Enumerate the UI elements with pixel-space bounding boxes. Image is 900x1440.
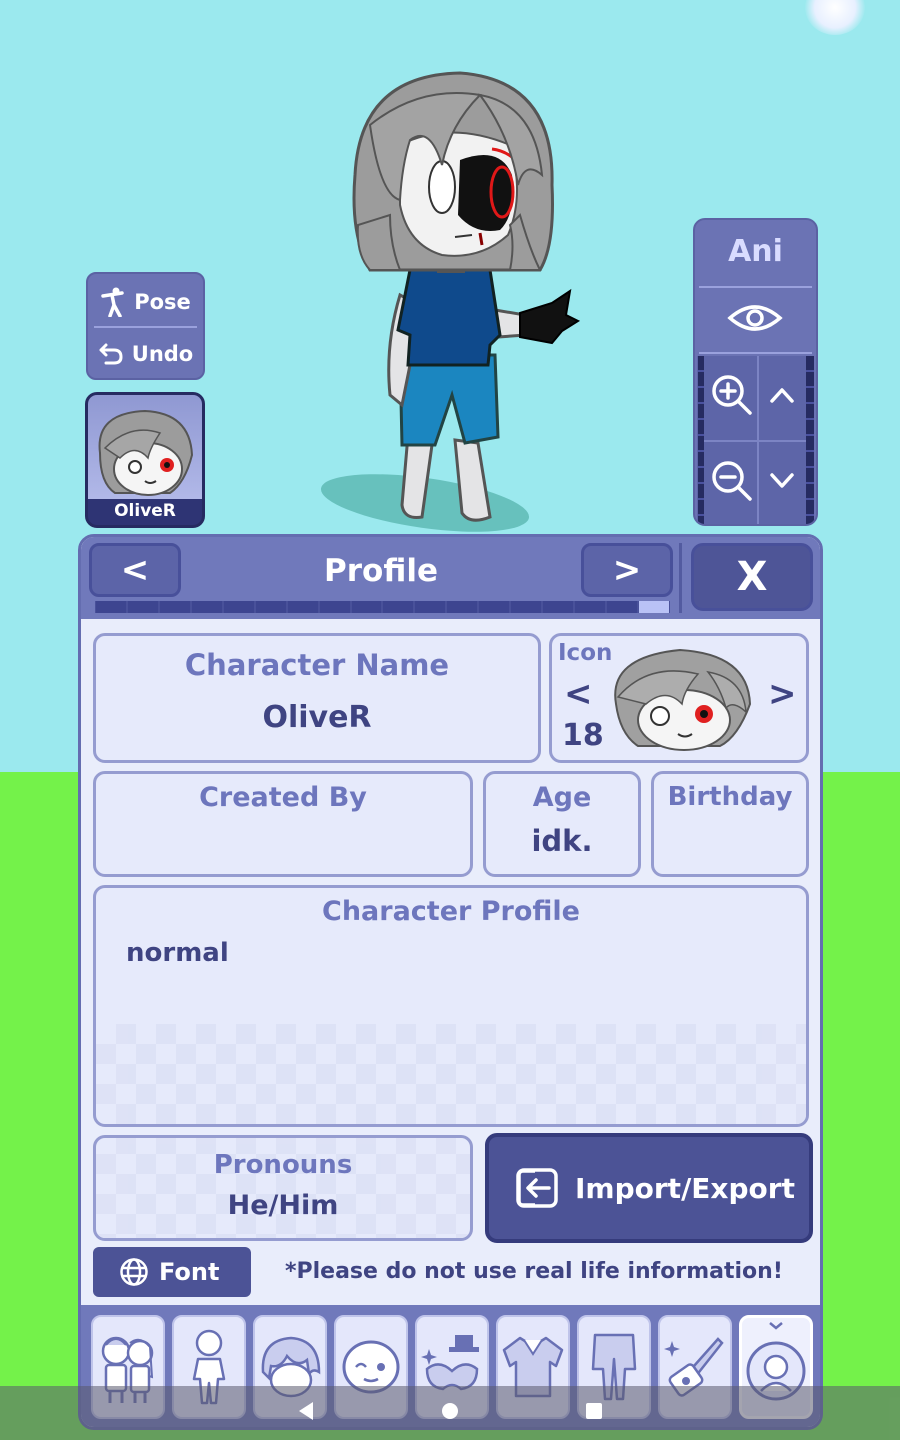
ani-divider <box>699 286 812 288</box>
close-label: X <box>736 554 768 600</box>
progress-segment <box>96 601 126 613</box>
progress-segment <box>511 601 542 613</box>
next-page-label: > <box>612 550 642 590</box>
pronouns-label: Pronouns <box>213 1150 353 1180</box>
character-avatar-card[interactable]: OliveR <box>85 392 205 528</box>
pose-icon <box>101 287 124 317</box>
grid-hline <box>703 440 813 442</box>
created-by-label: Created By <box>199 782 367 813</box>
pose-panel: Pose Undo <box>86 272 205 380</box>
ani-divider-2 <box>699 352 812 354</box>
icon-prev-button[interactable]: < <box>564 674 593 714</box>
eye-icon[interactable] <box>727 300 783 336</box>
undo-label: Undo <box>131 342 194 366</box>
warning-text: *Please do not use real life information… <box>285 1259 783 1284</box>
camera-down-button[interactable] <box>757 456 807 506</box>
character-name-field[interactable]: Character Name OliveR <box>93 633 541 763</box>
undo-button[interactable]: Undo <box>88 328 203 380</box>
character-profile-text: normal <box>126 938 229 968</box>
dialog-header: < Profile > X <box>81 537 820 619</box>
birthday-label: Birthday <box>667 782 793 812</box>
progress-segment <box>607 601 637 613</box>
pose-label: Pose <box>134 290 191 314</box>
progress-segment <box>575 601 605 613</box>
back-icon[interactable] <box>296 1400 316 1422</box>
pronouns-value: He/Him <box>227 1190 339 1221</box>
progress-segment <box>383 601 414 613</box>
progress-segment <box>479 601 510 613</box>
import-export-label: Import/Export <box>575 1171 795 1205</box>
ani-button[interactable]: Ani <box>695 234 816 269</box>
progress-segment <box>287 601 318 613</box>
character-name-value: OliveR <box>262 700 372 735</box>
page-progress-bar <box>95 601 670 613</box>
zoom-in-icon <box>712 375 752 415</box>
character-figure[interactable] <box>330 65 600 535</box>
zoom-out-icon <box>712 461 752 501</box>
age-field[interactable]: Age idk. <box>483 771 641 877</box>
icon-number: 18 <box>562 718 604 753</box>
profile-dialog: < Profile > X Character Name OliveR Icon… <box>78 534 823 1430</box>
prev-page-label: < <box>120 550 150 590</box>
camera-up-button[interactable] <box>757 370 807 420</box>
pose-button[interactable]: Pose <box>88 276 203 328</box>
ani-scrollbar-right[interactable] <box>806 356 814 524</box>
pronouns-field[interactable]: Pronouns He/Him <box>93 1135 473 1241</box>
font-label: Font <box>159 1258 220 1286</box>
arrow-up-icon <box>770 388 794 403</box>
character-profile-label: Character Profile <box>322 896 580 927</box>
age-label: Age <box>532 782 592 813</box>
progress-segment <box>447 601 478 613</box>
progress-segment <box>319 601 350 613</box>
progress-segment <box>159 601 190 613</box>
prev-page-button[interactable]: < <box>89 543 181 597</box>
import-icon <box>516 1168 558 1208</box>
recents-icon[interactable] <box>585 1400 603 1422</box>
progress-segment <box>543 601 574 613</box>
undo-icon <box>99 343 123 365</box>
home-icon[interactable] <box>441 1400 459 1422</box>
created-by-field[interactable]: Created By <box>93 771 473 877</box>
next-page-button[interactable]: > <box>581 543 673 597</box>
close-button[interactable]: X <box>691 543 813 611</box>
progress-segment <box>191 601 222 613</box>
zoom-in-button[interactable] <box>707 370 757 420</box>
header-divider <box>679 543 682 613</box>
ani-scrollbar-left[interactable] <box>698 356 704 524</box>
dialog-title: Profile <box>324 553 438 589</box>
progress-segment <box>638 601 669 613</box>
icon-selector: Icon < 18 > <box>549 633 809 763</box>
icon-label: Icon <box>558 640 613 666</box>
progress-segment <box>255 601 286 613</box>
ani-panel: Ani <box>693 218 818 526</box>
character-profile-field[interactable]: Character Profile normal <box>93 885 809 1127</box>
progress-segment <box>223 601 254 613</box>
system-navigation-bar <box>0 1386 900 1440</box>
age-value: idk. <box>531 824 593 858</box>
avatar-name: OliveR <box>114 501 176 521</box>
zoom-out-button[interactable] <box>707 456 757 506</box>
field-pattern <box>96 1024 806 1124</box>
birthday-field[interactable]: Birthday <box>651 771 809 877</box>
progress-segment <box>351 601 382 613</box>
icon-next-button[interactable]: > <box>768 674 797 714</box>
avatar-face-icon <box>98 409 194 496</box>
arrow-down-icon <box>770 473 794 488</box>
progress-segment <box>127 601 158 613</box>
progress-segment <box>415 601 446 613</box>
icon-preview-face <box>614 648 752 751</box>
import-export-button[interactable]: Import/Export <box>485 1133 813 1243</box>
globe-icon <box>120 1258 148 1286</box>
character-name-label: Character Name <box>184 648 450 682</box>
font-button[interactable]: Font <box>93 1247 251 1297</box>
